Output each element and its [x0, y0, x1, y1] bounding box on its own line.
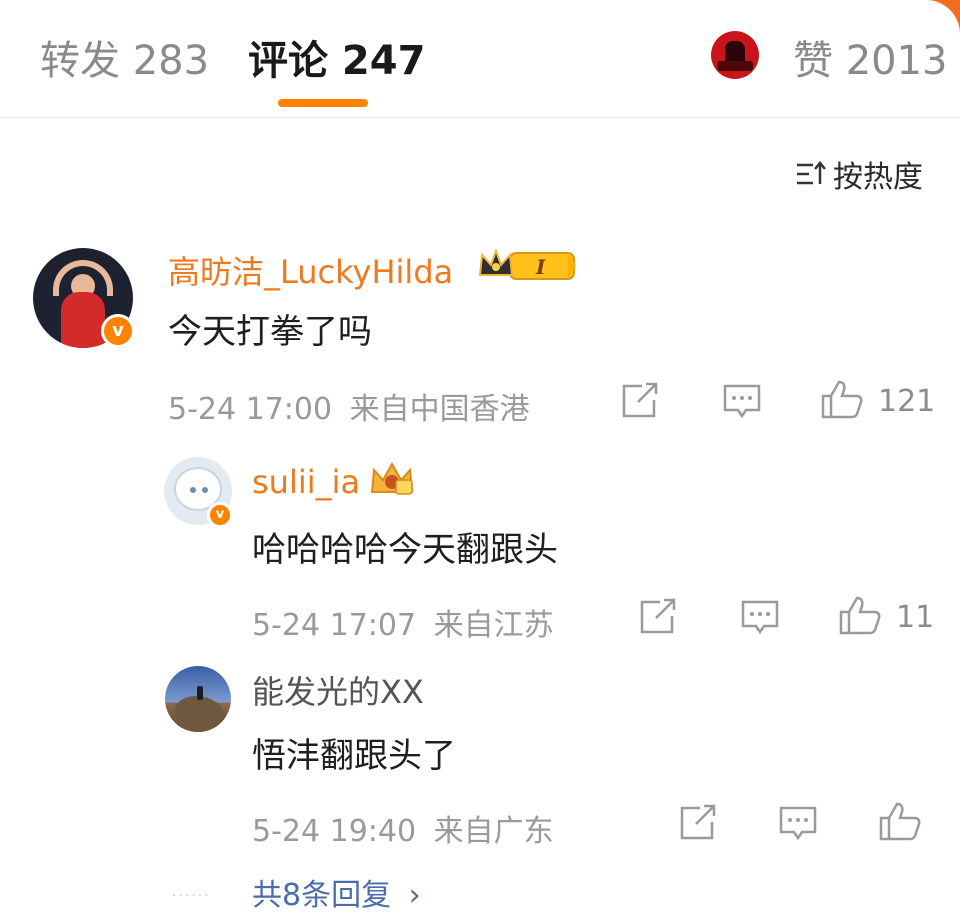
comment-icon[interactable]: [722, 382, 762, 422]
tab-comments[interactable]: 评论 247: [248, 36, 425, 86]
reply-time: 5-24 19:40: [252, 814, 417, 849]
reply-username[interactable]: 能发光的XX: [252, 667, 424, 713]
tab-bar: 转发 283 评论 247 赞 2013: [0, 0, 960, 118]
reply-meta: 5-24 19:40 来自广东: [252, 806, 554, 850]
tab-repost[interactable]: 转发 283: [40, 36, 209, 86]
comment-text: 今天打拳了吗: [168, 312, 372, 352]
comment-icon[interactable]: [778, 804, 818, 844]
share-icon[interactable]: [678, 804, 718, 842]
chevron-right-icon: ›: [408, 878, 421, 913]
active-tab-indicator: [278, 99, 368, 107]
like-icon[interactable]: [838, 594, 882, 636]
comment-username[interactable]: 高昉洁_LuckyHilda: [168, 247, 453, 293]
verified-icon: v: [101, 314, 135, 348]
avatar[interactable]: [165, 666, 231, 732]
like-icon[interactable]: [820, 378, 864, 420]
reply-meta: 5-24 17:07 来自江苏: [252, 600, 554, 644]
sort-label: 按热度: [833, 160, 923, 195]
reply-username[interactable]: sulii_ia: [252, 463, 360, 501]
reply-location: 来自江苏: [433, 608, 554, 643]
thread-dots: ······: [172, 888, 211, 904]
verified-icon: v: [207, 502, 233, 528]
reply-text: 哈哈哈哈今天翻跟头: [252, 530, 558, 570]
sort-button[interactable]: 按热度: [795, 154, 923, 195]
more-replies-link[interactable]: 共8条回复 ›: [252, 870, 421, 914]
comment-time: 5-24 17:00: [168, 392, 333, 427]
member-crown-icon: [370, 461, 414, 495]
like-count: 121: [878, 384, 936, 419]
share-icon[interactable]: [638, 598, 678, 636]
comment-meta: 5-24 17:00 来自中国香港: [168, 384, 530, 428]
reply-location: 来自广东: [433, 814, 554, 849]
share-icon[interactable]: [620, 382, 660, 420]
reply-text: 悟沣翻跟头了: [252, 736, 456, 776]
like-reaction-icon[interactable]: [711, 31, 759, 79]
more-replies-label: 共8条回复: [252, 878, 392, 913]
tab-likes[interactable]: 赞 2013: [793, 36, 948, 86]
comment-location: 来自中国香港: [349, 392, 530, 427]
like-count: 11: [896, 600, 935, 635]
member-crown-icon: I: [478, 248, 576, 280]
comment-icon[interactable]: [740, 598, 780, 638]
reply-time: 5-24 17:07: [252, 608, 417, 643]
member-level: I: [535, 255, 546, 279]
like-icon[interactable]: [878, 800, 922, 842]
sort-icon: [797, 161, 826, 185]
